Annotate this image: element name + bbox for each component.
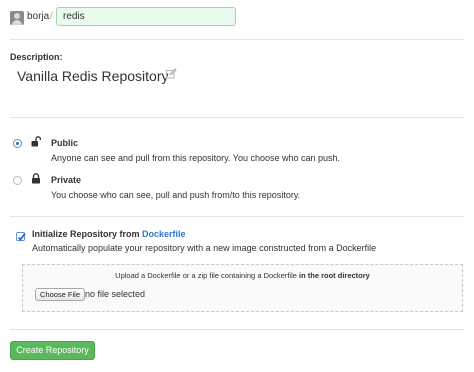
initialize-checkbox[interactable] <box>16 232 26 241</box>
private-title: Private <box>51 175 82 185</box>
file-status: no file selected <box>85 289 146 299</box>
path-separator: / <box>50 11 53 22</box>
divider <box>10 216 464 217</box>
initialize-description: Automatically populate your repository w… <box>32 243 377 253</box>
initialize-title: Initialize Repository from Dockerfile <box>32 229 186 239</box>
dockerfile-dropzone[interactable]: Upload a Dockerfile or a zip file contai… <box>22 264 463 312</box>
initialize-title-text: Initialize Repository from <box>32 229 143 239</box>
unlock-icon <box>31 136 41 147</box>
public-description: Anyone can see and pull from this reposi… <box>51 153 341 163</box>
upload-text-bold: in the root directory <box>299 271 370 280</box>
upload-text: Upload a Dockerfile or a zip file contai… <box>115 271 299 280</box>
description-label: Description: <box>10 52 63 62</box>
dockerfile-link[interactable]: Dockerfile <box>142 229 186 239</box>
choose-file-button[interactable]: Choose File <box>35 288 86 301</box>
description-value: Vanilla Redis Repository <box>17 68 169 84</box>
create-repository-button[interactable]: Create Repository <box>10 341 95 360</box>
checkmark-icon <box>17 233 26 241</box>
divider <box>10 39 464 40</box>
public-radio[interactable] <box>13 139 22 148</box>
public-title: Public <box>51 138 79 148</box>
repo-name-input[interactable] <box>56 7 236 26</box>
lock-icon <box>32 173 40 184</box>
avatar <box>10 11 24 25</box>
divider <box>10 329 464 330</box>
edit-icon[interactable] <box>166 68 177 79</box>
private-description: You choose who can see, pull and push fr… <box>51 190 301 200</box>
upload-instructions: Upload a Dockerfile or a zip file contai… <box>23 271 462 280</box>
divider <box>10 117 464 118</box>
private-radio[interactable] <box>13 176 22 185</box>
owner-name: borja <box>27 11 50 22</box>
